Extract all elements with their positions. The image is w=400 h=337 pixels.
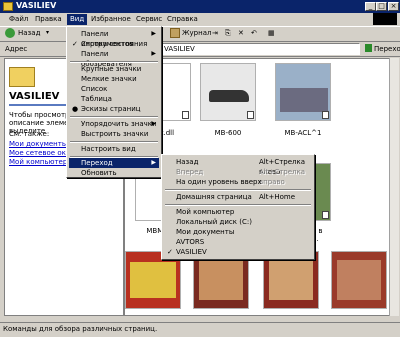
go-to-submenu: Назад Alt+Стрелка влево Вперед Alt+Стрелка… [161,154,315,260]
folder-name: VASILIEV [9,91,60,102]
menu-item-line-up-icons[interactable]: Выстроить значки [69,129,159,139]
thumbnail[interactable] [275,63,331,121]
menu-item-status-bar[interactable]: ✓ Строка состояния [69,39,159,49]
car-image [209,90,249,102]
menu-item-arrange-icons[interactable]: Упорядочить значки ▶ [69,119,159,129]
undo-icon[interactable]: ↶ [251,29,257,37]
menu-view[interactable]: Вид [67,14,88,25]
status-bar: Команды для обзора различных страниц. [0,322,400,337]
back-button[interactable]: Назад [18,29,40,37]
check-icon: ✓ [72,40,78,48]
thumbnail-label: MB-600 [214,129,242,137]
go-arrow-icon [365,44,372,52]
file-icon [322,111,329,119]
thumbnail[interactable] [200,63,256,121]
move-to-icon[interactable]: ⇥ [212,29,218,37]
menu-file[interactable]: Файл [6,14,31,25]
view-menu: Панели инструментов ▶ ✓ Строка состояния П… [66,26,162,178]
menu-item-customize-folder[interactable]: Настроить вид папки... [69,144,159,163]
window-title: VASILIEV [16,1,57,10]
menu-item-my-computer[interactable]: Мой компьютер [164,207,312,217]
menu-item-up-one-level[interactable]: На один уровень вверх [164,177,312,187]
menu-separator [70,116,158,118]
menu-item-home-page[interactable]: Домашняя страница Alt+Home [164,192,312,202]
submenu-arrow-icon: ▶ [151,159,156,166]
menu-item-details[interactable]: Таблица [69,94,159,104]
menu-favorites[interactable]: Избранное [88,14,134,25]
vertical-scrollbar[interactable] [389,58,399,316]
menu-separator [70,141,158,143]
address-bar: Адрес VASILIEV Переход [0,42,400,57]
back-arrow-icon [5,28,15,38]
minimize-button[interactable]: _ [365,2,376,11]
delete-icon[interactable]: ✕ [238,29,244,37]
see-also-label: См. также: [9,130,50,138]
menu-item-refresh[interactable]: Обновить [69,168,159,178]
magazine-image [130,262,176,298]
copy-to-icon[interactable]: ⎘ [225,29,231,38]
menu-item-forward: Вперед Alt+Стрелка вправо [176,168,306,186]
menu-separator [70,61,158,63]
address-label: Адрес [5,45,28,53]
journal-button[interactable]: Журнал [182,29,211,37]
toolbar: Назад ▾ Журнал ⇥ ⎘ ✕ ↶ ▦ [0,27,400,42]
link-my-computer[interactable]: Мой компьютер [9,158,67,166]
large-folder-icon [9,67,35,87]
menu-item-explorer-bars[interactable]: Панели обозревателя ▶ [69,49,159,68]
page-image [269,260,313,300]
file-icon [182,111,189,119]
address-value: VASILIEV [164,45,195,53]
menu-edit[interactable]: Правка [32,14,65,25]
menu-item-large-icons[interactable]: Крупные значки [69,64,159,74]
menu-item-avtors[interactable]: AVTORS [164,237,312,247]
building-image [280,88,328,112]
menu-item-back[interactable]: Назад Alt+Стрелка влево [164,157,312,176]
menu-item-list[interactable]: Список [69,84,159,94]
menu-item-thumbnails[interactable]: ● Эскизы страниц [69,104,159,114]
views-icon[interactable]: ▦ [268,29,275,37]
page-image [199,260,243,300]
maximize-button[interactable]: □ [376,2,387,11]
file-icon [322,211,329,219]
folder-icon [3,2,13,11]
menu-item-my-documents[interactable]: Мои документы [164,227,312,237]
menu-separator [165,189,311,191]
folder-underline [9,104,69,106]
menu-bar: Файл Правка Вид Избранное Сервис Справка [0,13,400,27]
back-dropdown-icon[interactable]: ▾ [46,29,49,36]
menu-help[interactable]: Справка [164,14,201,25]
bullet-icon: ● [72,105,79,113]
thumbnail[interactable] [331,251,387,309]
history-icon [170,28,180,38]
menu-item-small-icons[interactable]: Мелкие значки [69,74,159,84]
link-my-documents[interactable]: Мои документы [9,140,67,148]
thumbnail-label: MB-ACL^1 [284,129,322,137]
address-field[interactable]: VASILIEV [160,43,360,55]
menu-item-toolbars[interactable]: Панели инструментов ▶ [69,29,159,48]
menu-separator [165,204,311,206]
file-icon [247,111,254,119]
menu-tools[interactable]: Сервис [133,14,165,25]
title-bar: VASILIEV _ □ × [0,0,400,13]
close-button[interactable]: × [388,2,399,11]
menu-item-local-disk[interactable]: Локальный диск (C:) [164,217,312,227]
menu-item-go-to[interactable]: Переход ▶ [69,158,159,168]
menu-item-vasiliev[interactable]: ✓ VASILIEV [164,247,312,257]
check-icon: ✓ [167,248,173,256]
status-text: Команды для обзора различных страниц. [3,325,158,333]
page-image [337,260,381,300]
windows-logo-icon [373,13,397,25]
go-button[interactable]: Переход [374,45,400,53]
